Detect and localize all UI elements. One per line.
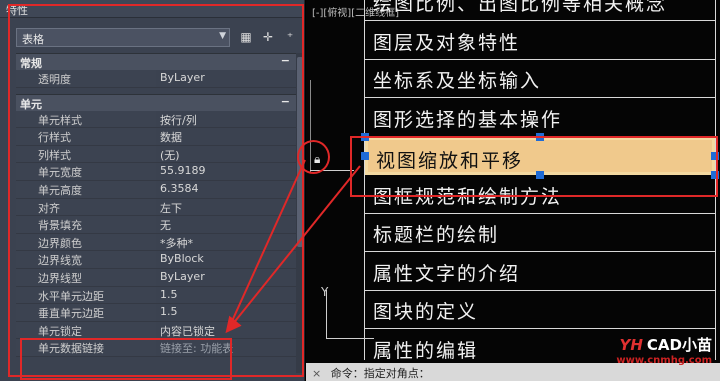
table-cell[interactable]: 标题栏的绘制 — [365, 214, 715, 252]
close-icon[interactable]: × — [312, 367, 321, 380]
watermark: YH CAD小苗 www.cnmhg.com — [616, 334, 712, 366]
annotation-box-lock-rows — [20, 338, 232, 380]
table-cell[interactable]: 坐标系及坐标输入 — [365, 60, 715, 98]
watermark-url: www.cnmhg.com — [616, 355, 712, 366]
table-cell[interactable]: 图层及对象特性 — [365, 22, 715, 60]
ucs-y-label: Y — [321, 285, 329, 299]
table-cell[interactable]: 图块的定义 — [365, 291, 715, 329]
table-cell[interactable]: 绘图比例、出图比例等相关概念 — [365, 0, 715, 21]
annotation-box-selected-cell — [350, 136, 718, 197]
table-cell[interactable]: 属性文字的介绍 — [365, 253, 715, 291]
ucs-x-axis — [326, 338, 374, 339]
watermark-brand: CAD小苗 — [646, 336, 712, 354]
annotation-box-palette — [8, 4, 304, 377]
watermark-logo: YH — [619, 336, 643, 354]
table-cell[interactable]: 图形选择的基本操作 — [365, 99, 715, 137]
command-prompt: 命令：指定对角点： — [330, 367, 430, 380]
